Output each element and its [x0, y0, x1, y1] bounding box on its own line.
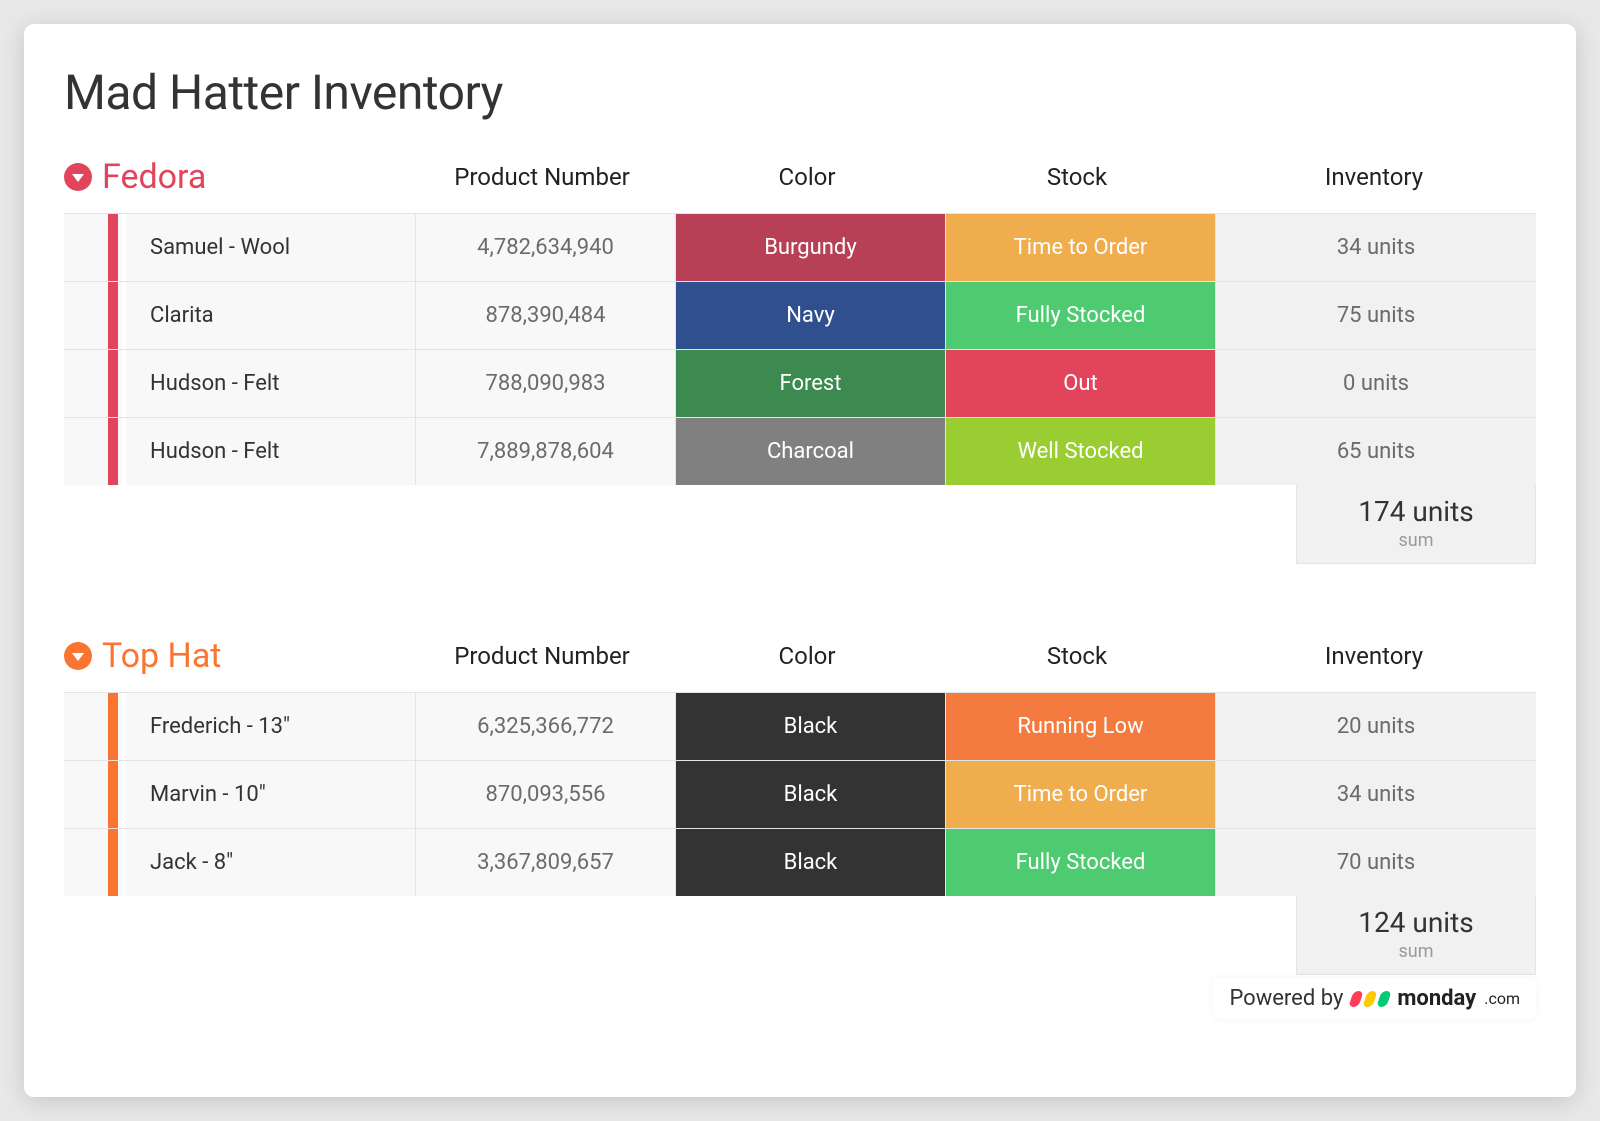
summary-label: sum	[1297, 941, 1535, 962]
cell-inventory[interactable]: 65 units	[1216, 418, 1536, 485]
board-title: Mad Hatter Inventory	[64, 64, 1536, 121]
item-name[interactable]: Marvin - 10"	[126, 761, 416, 828]
cell-stock[interactable]: Running Low	[946, 693, 1216, 760]
row-accent-bar	[108, 693, 118, 760]
summary-label: sum	[1297, 530, 1535, 551]
row-accent-bar	[108, 350, 118, 417]
cell-stock[interactable]: Time to Order	[946, 214, 1216, 281]
inventory-summary[interactable]: 174 units sum	[1296, 485, 1536, 564]
cell-inventory[interactable]: 0 units	[1216, 350, 1536, 417]
collapse-toggle[interactable]	[64, 163, 92, 191]
item-name[interactable]: Samuel - Wool	[126, 214, 416, 281]
cell-inventory[interactable]: 20 units	[1216, 693, 1536, 760]
summary-value: 124 units	[1297, 906, 1535, 939]
cell-stock[interactable]: Out	[946, 350, 1216, 417]
cell-product-number[interactable]: 4,782,634,940	[416, 214, 676, 281]
powered-by-text: Powered by	[1229, 986, 1343, 1011]
item-name[interactable]: Frederich - 13"	[126, 693, 416, 760]
group-header: Top Hat Product Number Color Stock Inven…	[64, 636, 1536, 676]
column-headers: Product Number Color Stock Inventory	[412, 642, 1536, 670]
table-row[interactable]: Marvin - 10" 870,093,556 Black Time to O…	[64, 760, 1536, 828]
cell-color[interactable]: Black	[676, 829, 946, 896]
group-name[interactable]: Top Hat	[102, 636, 412, 676]
item-name[interactable]: Hudson - Felt	[126, 350, 416, 417]
cell-stock[interactable]: Time to Order	[946, 761, 1216, 828]
col-header-inventory[interactable]: Inventory	[1212, 163, 1536, 191]
col-header-inventory[interactable]: Inventory	[1212, 642, 1536, 670]
cell-inventory[interactable]: 34 units	[1216, 214, 1536, 281]
table-row[interactable]: Clarita 878,390,484 Navy Fully Stocked 7…	[64, 281, 1536, 349]
cell-stock[interactable]: Fully Stocked	[946, 829, 1216, 896]
cell-inventory[interactable]: 70 units	[1216, 829, 1536, 896]
cell-product-number[interactable]: 7,889,878,604	[416, 418, 676, 485]
group-fedora: Fedora Product Number Color Stock Invent…	[64, 157, 1536, 564]
chevron-down-icon	[72, 174, 84, 182]
inventory-summary[interactable]: 124 units sum	[1296, 896, 1536, 975]
group-header: Fedora Product Number Color Stock Invent…	[64, 157, 1536, 197]
cell-stock[interactable]: Fully Stocked	[946, 282, 1216, 349]
table-row[interactable]: Hudson - Felt 788,090,983 Forest Out 0 u…	[64, 349, 1536, 417]
monday-logo-icon	[1351, 991, 1389, 1007]
cell-color[interactable]: Charcoal	[676, 418, 946, 485]
row-accent-bar	[108, 761, 118, 828]
cell-inventory[interactable]: 34 units	[1216, 761, 1536, 828]
col-header-stock[interactable]: Stock	[942, 642, 1212, 670]
cell-inventory[interactable]: 75 units	[1216, 282, 1536, 349]
cell-color[interactable]: Black	[676, 761, 946, 828]
monday-suffix: .com	[1484, 989, 1520, 1008]
cell-color[interactable]: Black	[676, 693, 946, 760]
cell-product-number[interactable]: 878,390,484	[416, 282, 676, 349]
cell-color[interactable]: Forest	[676, 350, 946, 417]
row-accent-bar	[108, 418, 118, 485]
monday-brand: monday	[1397, 986, 1476, 1011]
cell-stock[interactable]: Well Stocked	[946, 418, 1216, 485]
table-row[interactable]: Jack - 8" 3,367,809,657 Black Fully Stoc…	[64, 828, 1536, 896]
cell-product-number[interactable]: 3,367,809,657	[416, 829, 676, 896]
cell-product-number[interactable]: 788,090,983	[416, 350, 676, 417]
col-header-product-number[interactable]: Product Number	[412, 163, 672, 191]
chevron-down-icon	[72, 653, 84, 661]
table-row[interactable]: Samuel - Wool 4,782,634,940 Burgundy Tim…	[64, 213, 1536, 281]
col-header-stock[interactable]: Stock	[942, 163, 1212, 191]
col-header-product-number[interactable]: Product Number	[412, 642, 672, 670]
group-summary: 124 units sum	[64, 896, 1536, 975]
powered-by-badge[interactable]: Powered by monday .com	[1213, 978, 1536, 1019]
row-accent-bar	[108, 282, 118, 349]
group-name[interactable]: Fedora	[102, 157, 412, 197]
board-container: Mad Hatter Inventory Fedora Product Numb…	[24, 24, 1576, 1097]
row-accent-bar	[108, 829, 118, 896]
col-header-color[interactable]: Color	[672, 163, 942, 191]
table-row[interactable]: Frederich - 13" 6,325,366,772 Black Runn…	[64, 692, 1536, 760]
column-headers: Product Number Color Stock Inventory	[412, 163, 1536, 191]
group-summary: 174 units sum	[64, 485, 1536, 564]
group-top-hat: Top Hat Product Number Color Stock Inven…	[64, 636, 1536, 975]
col-header-color[interactable]: Color	[672, 642, 942, 670]
cell-product-number[interactable]: 870,093,556	[416, 761, 676, 828]
item-name[interactable]: Hudson - Felt	[126, 418, 416, 485]
table-row[interactable]: Hudson - Felt 7,889,878,604 Charcoal Wel…	[64, 417, 1536, 485]
summary-value: 174 units	[1297, 495, 1535, 528]
item-name[interactable]: Clarita	[126, 282, 416, 349]
item-name[interactable]: Jack - 8"	[126, 829, 416, 896]
row-accent-bar	[108, 214, 118, 281]
collapse-toggle[interactable]	[64, 642, 92, 670]
cell-color[interactable]: Navy	[676, 282, 946, 349]
cell-product-number[interactable]: 6,325,366,772	[416, 693, 676, 760]
cell-color[interactable]: Burgundy	[676, 214, 946, 281]
